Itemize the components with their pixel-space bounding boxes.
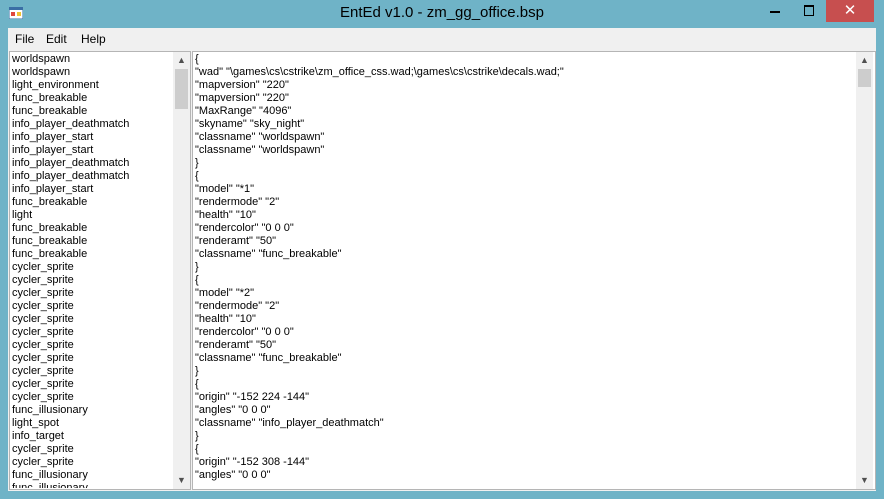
entity-list-items: worldspawn worldspawn light_environment fun… (12, 53, 172, 488)
entity-list-item[interactable]: info_player_deathmatch (12, 170, 172, 183)
editor-line: "wad" "\games\cs\cstrike\zm_office_css.w… (195, 66, 564, 78)
entity-list-item[interactable]: worldspawn (12, 53, 172, 66)
editor-line: { (195, 378, 199, 390)
entity-list-item[interactable]: info_player_start (12, 183, 172, 196)
entity-list-item[interactable]: info_player_start (12, 131, 172, 144)
editor-line: { (195, 274, 199, 286)
editor-line: "angles" "0 0 0" (195, 469, 271, 481)
editor-line: { (195, 443, 199, 455)
minimize-button[interactable] (758, 0, 792, 22)
editor-scrollbar[interactable]: ▲ ▼ (856, 52, 873, 489)
title-bar[interactable]: EntEd v1.0 - zm_gg_office.bsp ✕ (0, 0, 884, 28)
editor-line: "origin" "-152 308 -144" (195, 456, 310, 468)
scroll-down-icon[interactable]: ▼ (856, 472, 873, 489)
entity-list-item[interactable]: func_breakable (12, 248, 172, 261)
editor-line: "mapversion" "220" (195, 92, 289, 104)
editor-line: "health" "10" (195, 209, 256, 221)
editor-line: "renderamt" "50" (195, 339, 277, 351)
editor-line: "MaxRange" "4096" (195, 105, 292, 117)
menu-file[interactable]: File (15, 32, 34, 46)
editor-line: } (195, 430, 199, 442)
entity-list-scrollbar[interactable]: ▲ ▼ (173, 52, 190, 489)
app-window: EntEd v1.0 - zm_gg_office.bsp ✕ File Edi… (0, 0, 884, 499)
scroll-thumb[interactable] (858, 69, 871, 87)
entity-list-item[interactable]: func_breakable (12, 222, 172, 235)
entity-list-item[interactable]: cycler_sprite (12, 287, 172, 300)
menu-bar: File Edit Help (8, 28, 876, 50)
close-icon: ✕ (843, 2, 857, 19)
entity-list-item[interactable]: cycler_sprite (12, 339, 172, 352)
window-title: EntEd v1.0 - zm_gg_office.bsp (339, 4, 544, 21)
editor-line: "model" "*1" (195, 183, 255, 195)
entity-list-item[interactable]: func_breakable (12, 235, 172, 248)
entity-list-item[interactable]: light_environment (12, 79, 172, 92)
entity-list-item[interactable]: cycler_sprite (12, 456, 172, 469)
entity-list-item[interactable]: cycler_sprite (12, 443, 172, 456)
scroll-up-icon[interactable]: ▲ (856, 52, 873, 69)
client-area: File Edit Help worldspawn worldspawn light… (8, 28, 876, 491)
editor-line: "renderamt" "50" (195, 235, 277, 247)
entity-list-item[interactable]: worldspawn (12, 66, 172, 79)
editor-line: "rendermode" "2" (195, 196, 280, 208)
entity-list-item[interactable]: light_spot (12, 417, 172, 430)
editor-line: { (195, 53, 199, 65)
editor-line: "classname" "worldspawn" (195, 131, 325, 143)
entity-list-item[interactable]: cycler_sprite (12, 391, 172, 404)
menu-help[interactable]: Help (81, 32, 106, 46)
editor-line: } (195, 261, 199, 273)
editor-content: {"wad" "\games\cs\cstrike\zm_office_css.… (195, 53, 845, 488)
scroll-down-icon[interactable]: ▼ (173, 472, 190, 489)
entity-list-item[interactable]: func_breakable (12, 105, 172, 118)
editor-line: "model" "*2" (195, 287, 255, 299)
entity-list-item[interactable]: func_breakable (12, 196, 172, 209)
entity-list-item[interactable]: info_player_deathmatch (12, 157, 172, 170)
entity-list-item[interactable]: func_illusionary (12, 404, 172, 417)
entity-list-item[interactable]: cycler_sprite (12, 274, 172, 287)
entity-list-item[interactable]: cycler_sprite (12, 378, 172, 391)
entity-list-item[interactable]: light (12, 209, 172, 222)
editor-line: "rendercolor" "0 0 0" (195, 326, 294, 338)
maximize-button[interactable] (792, 0, 826, 22)
close-button[interactable]: ✕ (826, 0, 874, 22)
editor-line: "health" "10" (195, 313, 256, 325)
entity-list-item[interactable]: cycler_sprite (12, 300, 172, 313)
menu-edit[interactable]: Edit (46, 32, 67, 46)
editor-line: "skyname" "sky_night" (195, 118, 305, 130)
editor-line: "rendercolor" "0 0 0" (195, 222, 294, 234)
entity-list-item[interactable]: func_breakable (12, 92, 172, 105)
entity-list-item[interactable]: cycler_sprite (12, 313, 172, 326)
editor-line: { (195, 170, 199, 182)
entity-list-item[interactable]: cycler_sprite (12, 352, 172, 365)
editor-line: "classname" "func_breakable" (195, 352, 342, 364)
editor-line: } (195, 365, 199, 377)
entity-list-item[interactable]: cycler_sprite (12, 326, 172, 339)
entity-list-item[interactable]: info_player_deathmatch (12, 118, 172, 131)
entity-list-item[interactable]: func_illusionary (12, 482, 172, 488)
entity-list[interactable]: worldspawn worldspawn light_environment fun… (9, 51, 191, 490)
entity-list-item[interactable]: func_illusionary (12, 469, 172, 482)
editor-line: "angles" "0 0 0" (195, 404, 271, 416)
editor-line: "mapversion" "220" (195, 79, 289, 91)
editor-line: "rendermode" "2" (195, 300, 280, 312)
editor-line: "classname" "info_player_deathmatch" (195, 417, 384, 429)
entity-list-item[interactable]: cycler_sprite (12, 365, 172, 378)
editor-line: "origin" "-152 224 -144" (195, 391, 310, 403)
entity-list-item[interactable]: info_player_start (12, 144, 172, 157)
scroll-thumb[interactable] (175, 69, 188, 109)
entity-list-item[interactable]: cycler_sprite (12, 261, 172, 274)
editor-line: "classname" "func_breakable" (195, 248, 342, 260)
editor-line: } (195, 157, 199, 169)
entity-list-item[interactable]: info_target (12, 430, 172, 443)
scroll-up-icon[interactable]: ▲ (173, 52, 190, 69)
entity-text-editor[interactable]: {"wad" "\games\cs\cstrike\zm_office_css.… (192, 51, 876, 490)
editor-line: "classname" "worldspawn" (195, 144, 325, 156)
